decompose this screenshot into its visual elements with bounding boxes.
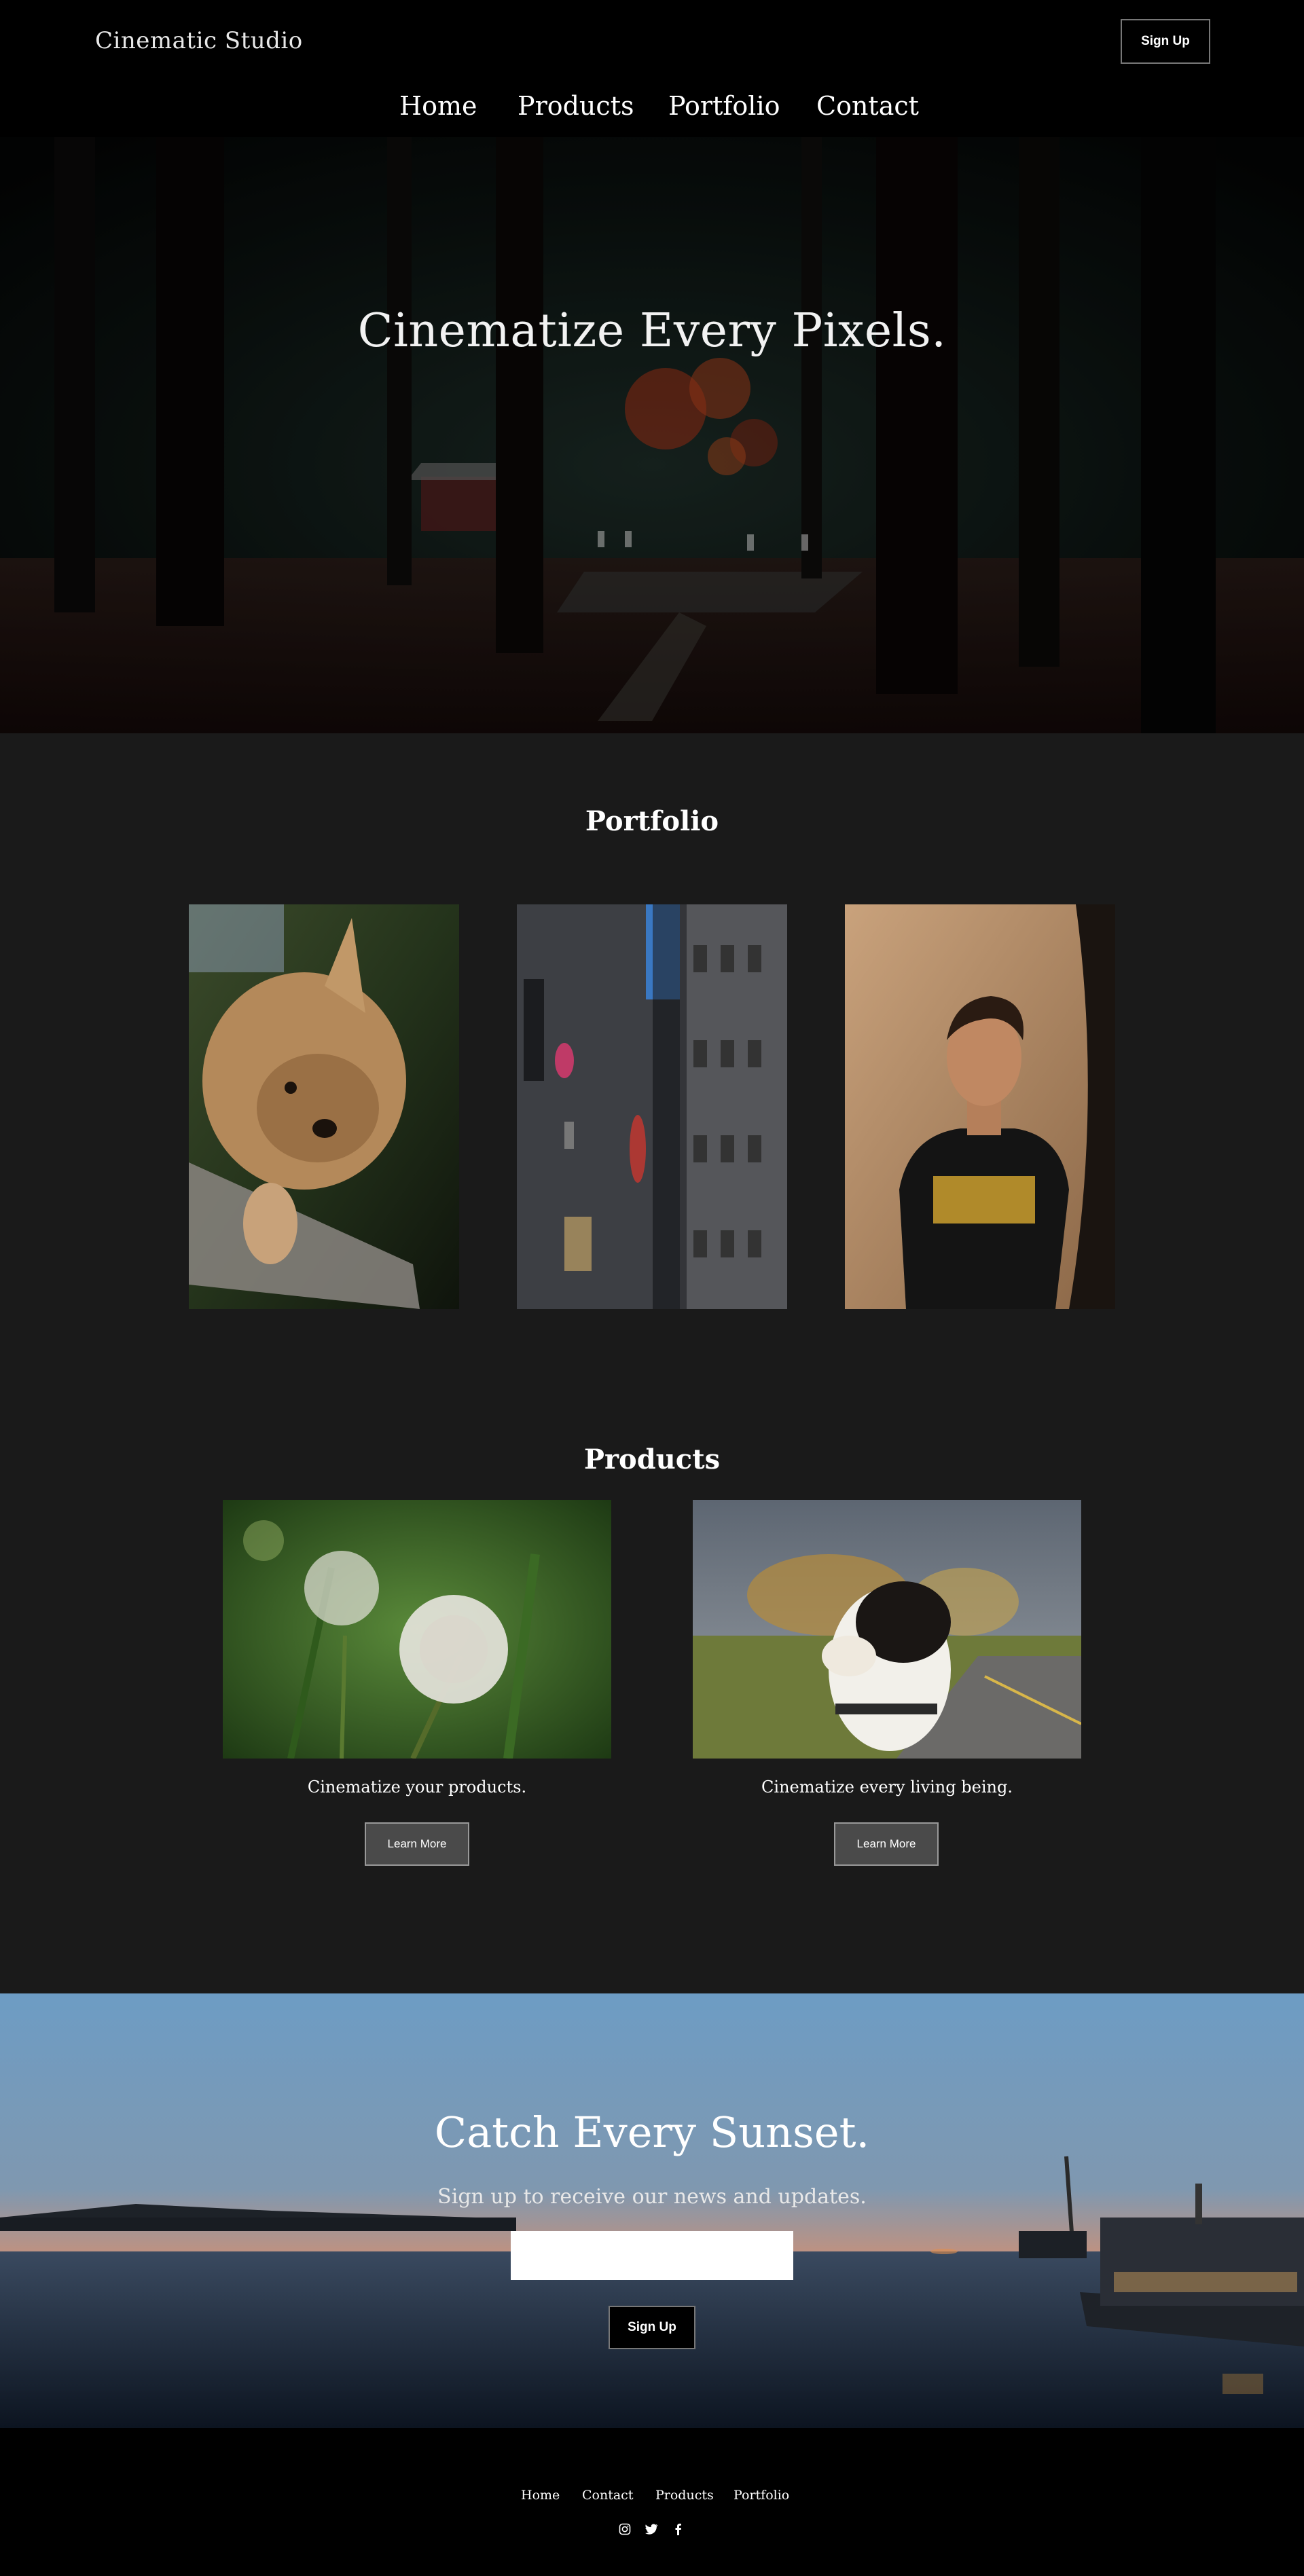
newsletter-section: Catch Every Sunset. Sign up to receive o… [0, 1993, 1304, 2428]
hero-forest-image [0, 137, 1304, 733]
footer-link-contact[interactable]: Contact [582, 2488, 633, 2503]
footer-link-home[interactable]: Home [521, 2488, 560, 2503]
nav-item-home[interactable]: Home [399, 91, 477, 121]
product-photo-dandelion[interactable] [223, 1500, 611, 1759]
facebook-icon[interactable] [670, 2522, 685, 2537]
product-caption: Cinematize every living being. [761, 1778, 1013, 1797]
portfolio-photo-dog[interactable] [189, 904, 459, 1309]
site-footer: Home Contact Products Portfolio [0, 2428, 1304, 2576]
newsletter-title: Catch Every Sunset. [434, 2108, 870, 2157]
learn-more-button[interactable]: Learn More [365, 1822, 469, 1866]
product-caption: Cinematize your products. [307, 1778, 527, 1797]
sunset-harbor-image [0, 1993, 1304, 2428]
twitter-icon[interactable] [644, 2522, 659, 2537]
nav-item-contact[interactable]: Contact [816, 91, 919, 121]
nav-item-portfolio[interactable]: Portfolio [668, 91, 780, 121]
content-section: Portfolio Products Cinematize your produ… [0, 733, 1304, 1993]
product-photo-dog[interactable] [693, 1500, 1081, 1759]
hero-title: Cinematize Every Pixels. [357, 304, 947, 358]
portfolio-title: Portfolio [585, 805, 719, 837]
nav-item-products[interactable]: Products [518, 91, 634, 121]
instagram-icon[interactable] [617, 2522, 632, 2537]
portfolio-photo-city[interactable] [517, 904, 787, 1309]
learn-more-button[interactable]: Learn More [834, 1822, 939, 1866]
products-title: Products [583, 1443, 721, 1475]
email-input[interactable] [511, 2231, 793, 2280]
newsletter-subtitle: Sign up to receive our news and updates. [437, 2185, 867, 2209]
site-logo[interactable]: Cinematic Studio [95, 27, 303, 54]
hero-section: Cinematize Every Pixels. [0, 137, 1304, 733]
footer-link-portfolio[interactable]: Portfolio [734, 2488, 789, 2503]
newsletter-signup-button[interactable]: Sign Up [609, 2306, 695, 2349]
header-signup-button[interactable]: Sign Up [1121, 19, 1210, 64]
site-header: Cinematic Studio Sign Up Home Products P… [0, 0, 1304, 137]
portfolio-photo-man[interactable] [845, 904, 1115, 1309]
footer-link-products[interactable]: Products [655, 2488, 714, 2503]
